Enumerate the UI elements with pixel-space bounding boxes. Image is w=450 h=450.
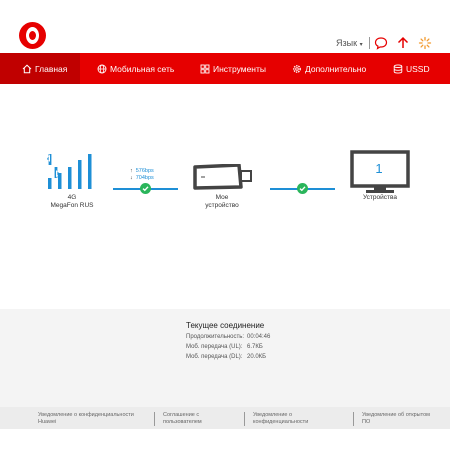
footer-link-line2: пользователем (163, 419, 202, 425)
footer-link-line1: Уведомление о конфиденциальности (38, 412, 134, 418)
device-label-line2: устройство (205, 202, 239, 209)
message-icon[interactable] (374, 36, 388, 50)
gear-icon (293, 64, 301, 73)
nav-item-label: Дополнительно (305, 63, 367, 74)
footer-link-user-agreement[interactable]: Соглашение с пользователем (163, 412, 202, 426)
nav-item-ussd[interactable]: USSD (393, 53, 430, 84)
upload-arrow-icon[interactable] (396, 36, 410, 50)
header: Язык ▾ (0, 0, 450, 52)
nav-item-label: Мобильная сеть (110, 63, 175, 74)
vodafone-logo[interactable] (19, 22, 46, 49)
footer-link-line1: Соглашение с (163, 412, 200, 418)
loading-spinner-icon (418, 36, 432, 50)
check-circle-icon (140, 183, 151, 194)
main-nav: Главная Мобильная сеть Инструменты Допол… (0, 53, 450, 84)
panel-title: Текущее соединение (186, 321, 265, 330)
chevron-down-icon: ▾ (359, 42, 363, 48)
network-type: 4G (67, 194, 77, 201)
nav-item-mobile-network[interactable]: Мобильная сеть (97, 53, 174, 84)
home-icon (22, 64, 32, 73)
network-info: 4G MegaFon RUS (40, 194, 104, 210)
header-divider (369, 37, 370, 49)
footer-divider (353, 412, 354, 426)
upload-arrow-icon: ↑ (130, 168, 133, 174)
upload-value: 6.7КБ (247, 344, 263, 350)
duration-label: Продолжительность: (186, 334, 245, 340)
footer: Уведомление о конфиденциальности Huawei … (0, 407, 450, 429)
upload-speed-value: 576bps (135, 168, 154, 174)
signal-strength-icon (45, 154, 100, 189)
globe-icon (97, 64, 107, 73)
usb-modem-icon (192, 163, 254, 190)
upload-speed: ↑ 576bps (130, 168, 154, 174)
footer-divider (244, 412, 245, 426)
tools-icon (200, 64, 210, 73)
download-speed: ↓ 704bps (130, 175, 154, 181)
download-speed-value: 704bps (135, 175, 154, 181)
footer-link-open-source[interactable]: Уведомление об открытом ПО (362, 412, 430, 426)
connected-devices-label: Устройства (362, 194, 397, 201)
download-value: 20.0КБ (247, 354, 267, 360)
operator-name: MegaFon RUS (50, 202, 94, 209)
footer-link-line2: ПО (362, 419, 371, 425)
footer-link-line1: Уведомление о (253, 412, 293, 418)
database-icon (393, 63, 403, 74)
connected-devices-count[interactable]: 1 (355, 161, 403, 176)
nav-item-label: USSD (406, 63, 430, 74)
duration-value: 00:04:46 (247, 334, 271, 340)
footer-link-line1: Уведомление об открытом (362, 412, 430, 418)
nav-item-advanced[interactable]: Дополнительно (292, 53, 366, 84)
footer-link-huawei-privacy[interactable]: Уведомление о конфиденциальности Huawei (38, 412, 134, 426)
footer-link-line2: Huawei (38, 419, 57, 425)
my-device-label: Мое устройство (196, 194, 248, 210)
nav-item-label: Инструменты (213, 63, 267, 74)
download-arrow-icon: ↓ (130, 175, 133, 181)
nav-item-label: Главная (35, 63, 68, 74)
language-label: Язык (336, 38, 358, 48)
connection-diagram: 4G MegaFon RUS ↑ 576bps ↓ 704bps Мое устро… (0, 84, 450, 309)
current-connection-panel: Текущее соединение Продолжительность: 00… (0, 309, 450, 407)
upload-label: Моб. передача (UL): (186, 344, 243, 350)
footer-divider (154, 412, 155, 426)
check-circle-icon (297, 183, 308, 194)
footer-link-privacy[interactable]: Уведомление о конфиденциальности (253, 412, 308, 426)
footer-link-line2: конфиденциальности (253, 419, 309, 425)
nav-item-tools[interactable]: Инструменты (200, 53, 266, 84)
language-selector[interactable]: Язык ▾ (336, 38, 363, 48)
device-label-line1: Мое (215, 194, 229, 201)
download-label: Моб. передача (DL): (186, 354, 243, 360)
nav-item-home[interactable]: Главная (0, 53, 80, 84)
